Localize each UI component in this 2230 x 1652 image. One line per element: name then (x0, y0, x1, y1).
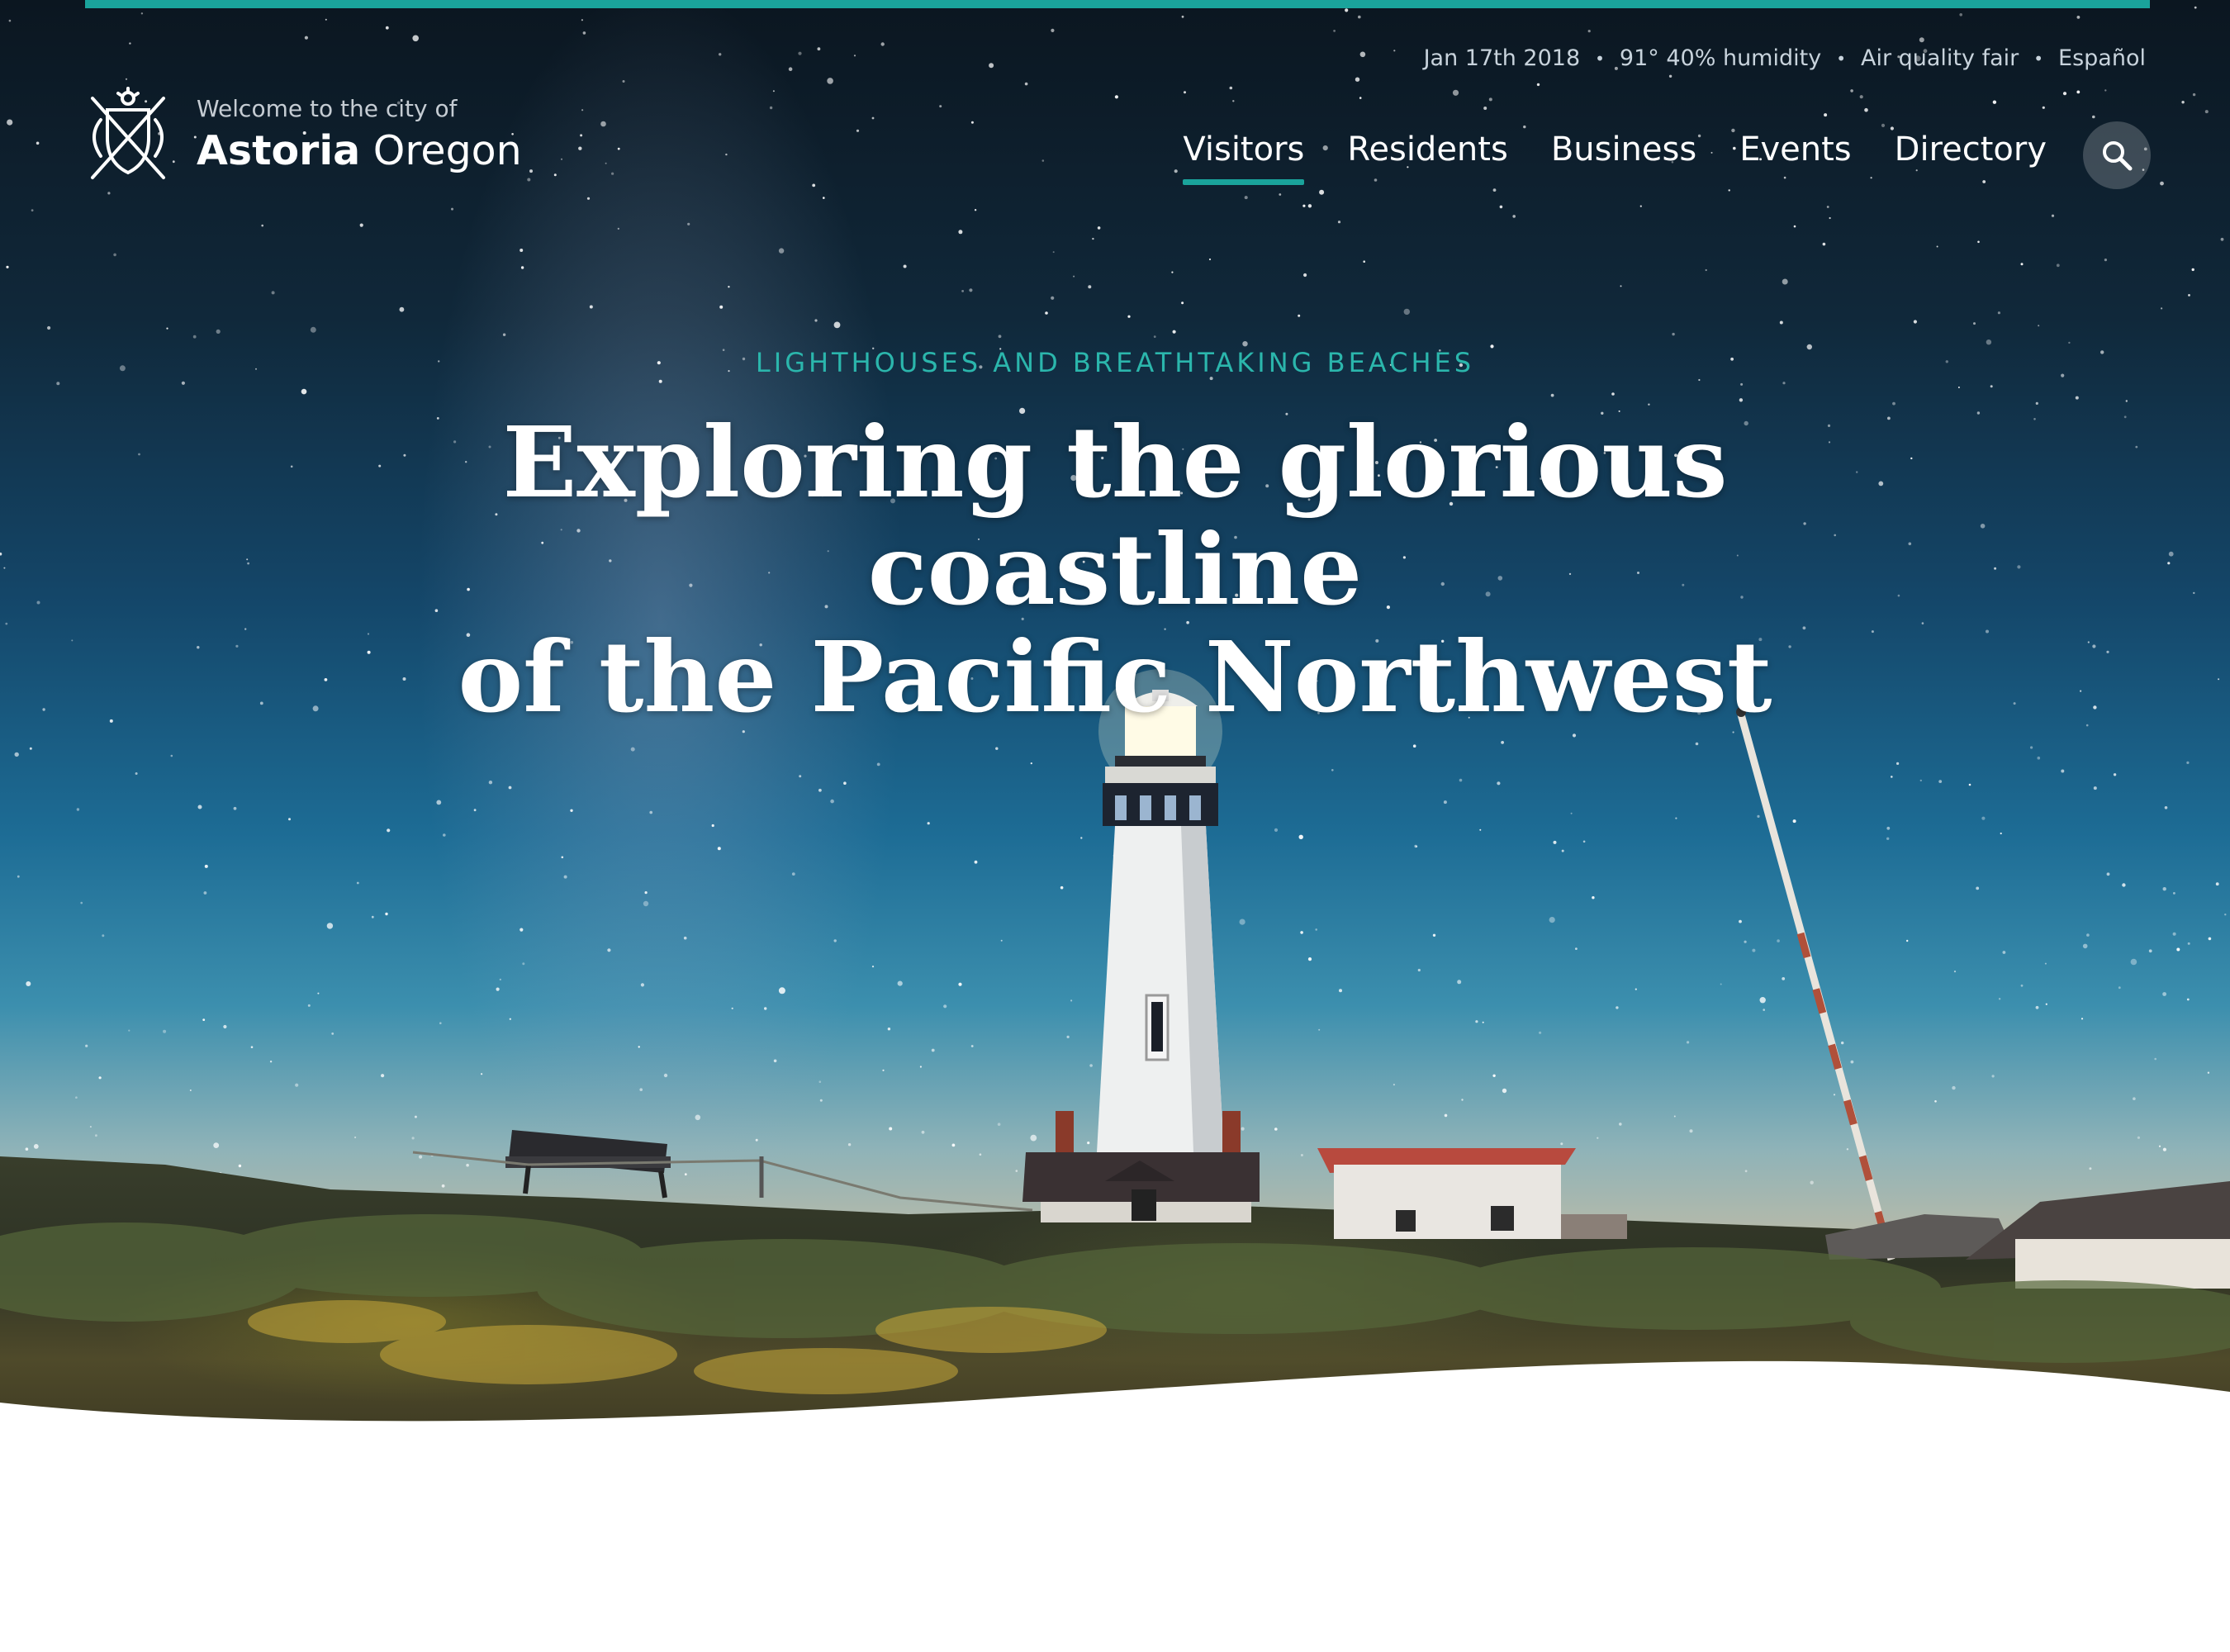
hero-eyebrow: LIGHTHOUSES AND BREATHTAKING BEACHES (755, 347, 1475, 378)
site-logo[interactable]: Welcome to the city of Astoria Oregon (83, 87, 522, 186)
logo-city-rest: Oregon (372, 127, 522, 174)
logo-city-name: Astoria Oregon (197, 127, 522, 174)
main-nav: Visitors Residents Business Events Direc… (1183, 131, 2047, 185)
nav-item-directory[interactable]: Directory (1895, 131, 2047, 169)
hero-headline-line2: of the Pacific Northwest (458, 620, 1772, 734)
separator-dot: • (2033, 48, 2044, 69)
logo-welcome-text: Welcome to the city of (197, 95, 458, 122)
nav-item-visitors[interactable]: Visitors (1183, 131, 1305, 185)
city-crest-icon (91, 87, 165, 179)
nav-item-events[interactable]: Events (1739, 131, 1851, 169)
utility-weather: 91° 40% humidity (1619, 45, 1822, 71)
search-button[interactable] (2083, 121, 2151, 189)
separator-dot: • (1595, 48, 1605, 69)
hero-headline: Exploring the glorious coastline of the … (248, 409, 1982, 731)
hero-headline-line1: Exploring the glorious coastline (502, 405, 1728, 627)
logo-city-bold: Astoria (197, 127, 361, 174)
nav-item-residents[interactable]: Residents (1347, 131, 1507, 169)
utility-date: Jan 17th 2018 (1423, 45, 1581, 71)
top-accent-bar (85, 0, 2150, 8)
utility-bar: Jan 17th 2018 • 91° 40% humidity • Air q… (1424, 45, 2146, 71)
hero-wave-divider (0, 1360, 2230, 1652)
logo-text: Welcome to the city of Astoria Oregon (197, 95, 522, 174)
language-link[interactable]: Español (2058, 45, 2146, 71)
search-icon (2103, 141, 2133, 171)
utility-air-quality: Air quality fair (1860, 45, 2019, 71)
page: Jan 17th 2018 • 91° 40% humidity • Air q… (0, 0, 2230, 1652)
separator-dot: • (1836, 48, 1846, 69)
nav-item-business[interactable]: Business (1551, 131, 1696, 169)
